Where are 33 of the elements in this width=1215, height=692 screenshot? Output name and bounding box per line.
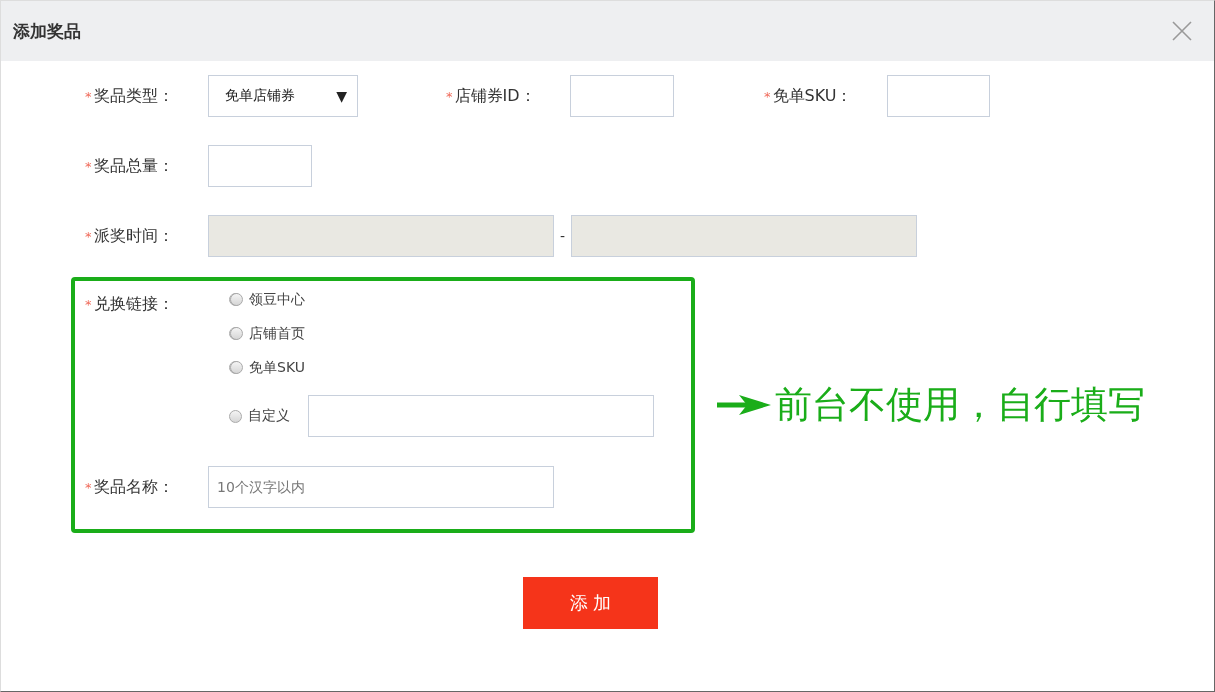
label-text: 派奖时间： [93,225,174,247]
radio-button[interactable] [229,409,242,423]
label-text: 店铺券ID： [454,85,536,107]
radio-label[interactable]: 免单SKU [249,358,305,377]
label-text: 奖品类型： [93,85,174,107]
radio-label[interactable]: 自定义 [248,407,290,425]
annotation-text: 前台不使用，自行填写 [775,382,1145,428]
label-text: 免单SKU： [772,85,853,107]
label-text: 兑换链接： [93,293,174,315]
input-field[interactable] [887,75,990,117]
radio-button[interactable] [230,327,243,340]
label-text: 奖品总量： [93,155,174,177]
required-asterisk: * [85,479,92,495]
prize-type-select[interactable]: 免单店铺券 ▼ [208,75,358,117]
required-asterisk: * [85,296,92,312]
dialog-title: 添加奖品 [13,19,81,43]
required-asterisk: * [85,158,92,174]
radio-label[interactable]: 领豆中心 [249,290,305,309]
radio-button[interactable] [230,293,243,306]
required-asterisk: * [764,88,771,104]
custom-link-field[interactable] [308,395,654,437]
input-field[interactable] [208,145,312,187]
input-field[interactable] [570,75,674,117]
label-text: 奖品名称： [93,476,174,498]
add-button[interactable]: 添 加 [523,577,658,629]
prize-name-field[interactable]: 10个汉字以内 [208,466,554,508]
required-asterisk: * [85,88,92,104]
required-asterisk: * [446,88,453,104]
radio-button[interactable] [230,361,243,374]
range-separator: - [558,228,567,244]
close-icon[interactable] [1172,21,1192,41]
required-asterisk: * [85,228,92,244]
radio-label[interactable]: 店铺首页 [249,324,305,343]
